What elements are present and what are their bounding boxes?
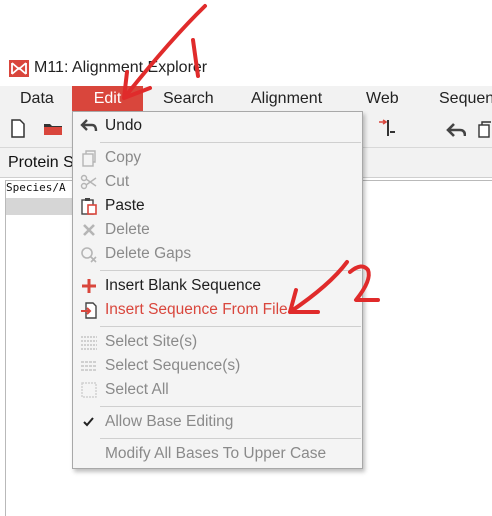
select-all-icon	[81, 382, 97, 398]
copy-icon[interactable]	[478, 121, 492, 139]
menu-sequencer[interactable]: Sequen	[439, 86, 492, 112]
select-sites-icon	[81, 336, 97, 350]
copy-icon	[82, 150, 96, 167]
insert-gap-icon[interactable]	[376, 119, 396, 139]
cut-label: Cut	[105, 173, 130, 190]
select-sequences-label: Select Sequence(s)	[105, 357, 241, 374]
undo-icon	[80, 119, 98, 132]
copy-label: Copy	[105, 149, 142, 166]
menu-alignment[interactable]: Alignment	[251, 86, 322, 112]
select-all-label: Select All	[105, 381, 169, 398]
menu-separator	[100, 406, 361, 407]
menu-web[interactable]: Web	[366, 86, 399, 112]
tab-protein-sequences[interactable]: Protein S	[8, 154, 74, 172]
insert-blank-sequence-label: Insert Blank Sequence	[105, 277, 261, 294]
menu-separator	[100, 438, 361, 439]
delete-gaps-icon	[81, 247, 97, 263]
window-title: M11: Alignment Explorer	[34, 59, 208, 76]
menu-edit[interactable]: Edit	[72, 86, 143, 112]
checkmark-icon	[83, 417, 94, 427]
new-file-icon[interactable]	[11, 119, 25, 138]
undo-icon[interactable]	[446, 122, 466, 138]
paste-icon	[81, 198, 97, 215]
select-sites-label: Select Site(s)	[105, 333, 198, 350]
menu-separator	[100, 270, 361, 271]
plus-icon	[82, 279, 96, 293]
select-sequences-icon	[81, 361, 97, 371]
allow-base-editing-label: Allow Base Editing	[105, 413, 234, 430]
paste-label: Paste	[105, 197, 145, 214]
open-folder-icon[interactable]	[43, 122, 63, 136]
modify-upper-case-label: Modify All Bases To Upper Case	[105, 445, 327, 462]
delete-gaps-label: Delete Gaps	[105, 245, 192, 262]
grid-row-placeholder	[6, 198, 80, 215]
insert-sequence-from-file-label: Insert Sequence From File	[105, 301, 288, 318]
import-file-icon	[81, 302, 97, 319]
undo-label: Undo	[105, 117, 143, 134]
delete-x-icon	[83, 224, 95, 236]
menu-separator	[100, 326, 361, 327]
arrow-1-icon	[122, 4, 207, 100]
scissors-icon	[80, 174, 97, 190]
menu-separator	[100, 142, 361, 143]
delete-label: Delete	[105, 221, 150, 238]
menu-search[interactable]: Search	[163, 86, 214, 112]
mega-logo-icon	[9, 60, 29, 77]
menu-data[interactable]: Data	[20, 86, 54, 112]
